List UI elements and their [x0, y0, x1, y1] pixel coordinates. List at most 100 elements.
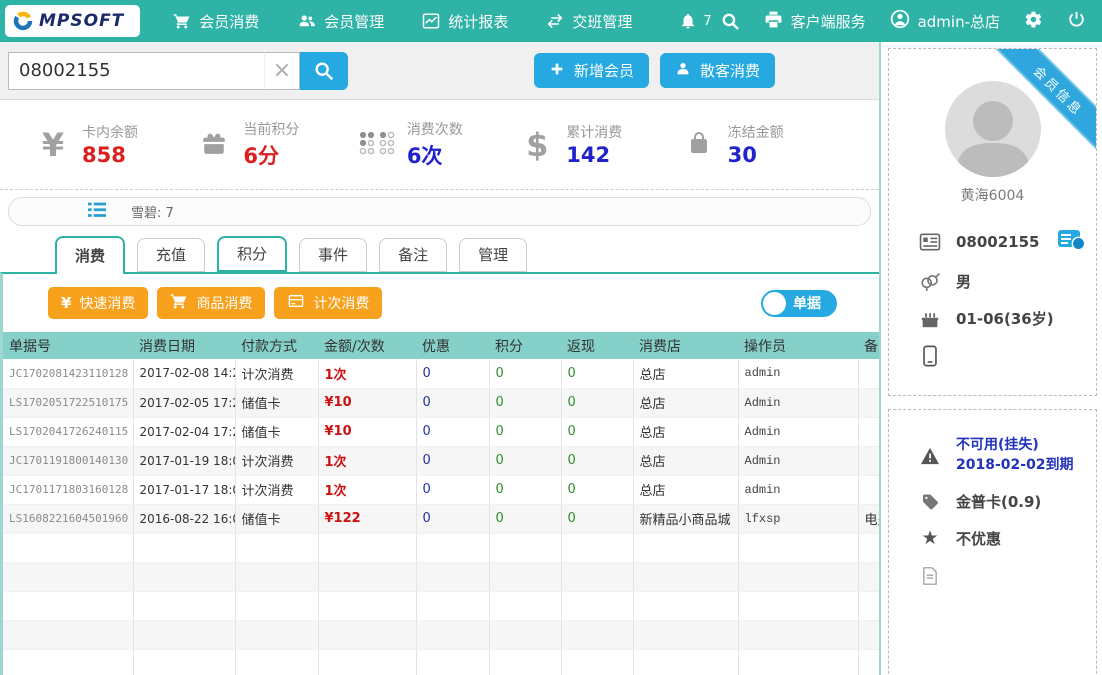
table-row[interactable]: LS17020417262401152017-02-04 17:26储值卡¥10… — [3, 417, 879, 446]
stat-consume-times: 消费次数 6次 — [359, 119, 520, 170]
search-bar: × 新增会员 散客消费 — [0, 42, 879, 100]
current-user-label: admin-总店 — [918, 11, 1000, 32]
card-status-row: 不可用(挂失) 2018-02-02到期 — [889, 428, 1096, 483]
tag-icon — [919, 493, 941, 511]
table-cell: ¥10 — [318, 417, 416, 446]
cake-icon — [919, 310, 941, 328]
table-cell: 计次消费 — [235, 446, 318, 475]
yen-s-icon: ¥ — [61, 294, 71, 312]
top-navbar: MPSOFT 会员消费会员管理统计报表交班管理 7 客户端服务 admin-总店 — [0, 0, 1102, 42]
table-body: JC17020814231101282017-02-08 14:23计次消费1次… — [3, 359, 879, 675]
settings-button[interactable] — [1024, 10, 1043, 33]
client-service-button[interactable]: 客户端服务 — [764, 10, 866, 33]
column-header: 付款方式 — [235, 332, 318, 359]
nav-item-shift-manage[interactable]: 交班管理 — [546, 11, 632, 32]
table-cell: 总店 — [633, 446, 738, 475]
table-cell: 0 — [416, 388, 489, 417]
star-icon: ★ — [919, 529, 941, 548]
column-header: 备注 — [858, 332, 879, 359]
table-cell: 0 — [416, 475, 489, 504]
remark-row — [889, 557, 1096, 594]
table-cell: Admin — [738, 388, 858, 417]
stat-label: 卡内余额 — [82, 122, 138, 142]
tab-points[interactable]: 积分 — [217, 236, 287, 272]
main-panel: × 新增会员 散客消费 ¥ — [0, 42, 879, 675]
table-cell — [858, 417, 879, 446]
table-cell: 2017-01-19 18:00 — [133, 446, 235, 475]
table-row[interactable]: JC17011918001401302017-01-19 18:00计次消费1次… — [3, 446, 879, 475]
cart-icon — [170, 292, 188, 314]
card-number-row: 08002155 — [889, 221, 1096, 263]
table-cell: 2017-02-04 17:26 — [133, 417, 235, 446]
member-status-panel: 不可用(挂失) 2018-02-02到期 金普卡(0.9) ★ 不优惠 — [888, 409, 1097, 675]
column-header: 优惠 — [416, 332, 489, 359]
tab-notes[interactable]: 备注 — [379, 238, 447, 272]
column-header: 返现 — [561, 332, 633, 359]
table-cell: 0 — [489, 388, 561, 417]
table-cell: 2017-02-05 17:22 — [133, 388, 235, 417]
gender-value: 男 — [956, 271, 971, 292]
notifications-button[interactable]: 7 — [679, 12, 711, 30]
column-header: 积分 — [489, 332, 561, 359]
table-cell: 计次消费 — [235, 359, 318, 388]
gender-icon — [919, 273, 941, 291]
user-icon — [890, 9, 910, 33]
search-button[interactable] — [300, 52, 348, 90]
table-row[interactable]: LS17020517225101752017-02-05 17:22储值卡¥10… — [3, 388, 879, 417]
tab-manage[interactable]: 管理 — [459, 238, 527, 272]
tab-recharge[interactable]: 充值 — [137, 238, 205, 272]
nav-search-button[interactable] — [721, 12, 740, 31]
stat-value: 6次 — [407, 140, 463, 170]
printer-icon — [764, 10, 783, 33]
table-cell: 新精品小商品城 — [633, 504, 738, 533]
consume-actions-row: ¥快速消费商品消费计次消费 单据 — [3, 274, 879, 332]
table-cell: 2016-08-22 16:04 — [133, 504, 235, 533]
count-consume-button[interactable]: 计次消费 — [274, 287, 382, 319]
table-row[interactable]: JC17020814231101282017-02-08 14:23计次消费1次… — [3, 359, 879, 388]
nav-item-member-manage[interactable]: 会员管理 — [297, 11, 384, 32]
empty-table-row — [3, 562, 879, 591]
birthday-row: 01-06(36岁) — [889, 300, 1096, 337]
table-row[interactable]: LS16082216045019602016-08-22 16:04储值卡¥12… — [3, 504, 879, 533]
notice-bar: 雪碧: 7 — [8, 197, 871, 226]
nav-item-member-consume[interactable]: 会员消费 — [173, 11, 259, 32]
quick-consume-button[interactable]: ¥快速消费 — [48, 287, 148, 319]
stat-label: 累计消费 — [566, 122, 622, 142]
receipt-toggle[interactable]: 单据 — [761, 290, 837, 317]
phone-icon — [919, 345, 941, 367]
dots-icon — [359, 129, 395, 161]
warning-icon — [919, 447, 941, 465]
phone-row — [889, 337, 1096, 375]
column-header: 消费店 — [633, 332, 738, 359]
goods-consume-button[interactable]: 商品消费 — [157, 287, 265, 319]
tab-events[interactable]: 事件 — [299, 238, 367, 272]
card-type-row: 金普卡(0.9) — [889, 483, 1096, 520]
bell-icon — [679, 12, 697, 30]
add-member-button[interactable]: 新增会员 — [534, 53, 649, 88]
table-cell: admin — [738, 475, 858, 504]
card-reader-badge-icon[interactable] — [1058, 229, 1086, 255]
member-name: 黄海6004 — [889, 185, 1096, 205]
stat-current-points: 当前积分 6分 — [197, 119, 358, 170]
current-user-button[interactable]: admin-总店 — [890, 9, 1000, 33]
stat-value: 858 — [82, 143, 138, 167]
table-cell: 0 — [416, 446, 489, 475]
client-service-label: 客户端服务 — [791, 11, 866, 32]
table-cell: 总店 — [633, 417, 738, 446]
clear-search-icon[interactable]: × — [264, 52, 300, 90]
tab-consume[interactable]: 消费 — [55, 236, 125, 274]
empty-table-row — [3, 591, 879, 620]
yen-icon: ¥ — [36, 129, 70, 161]
table-row[interactable]: JC17011718031601282017-01-17 18:03计次消费1次… — [3, 475, 879, 504]
walkin-consume-button[interactable]: 散客消费 — [660, 53, 775, 88]
stat-label: 当前积分 — [243, 119, 299, 139]
member-search-input[interactable] — [8, 52, 264, 90]
stat-total-consume: $ 累计消费 142 — [520, 122, 681, 167]
table-cell: 2017-02-08 14:23 — [133, 359, 235, 388]
logout-button[interactable] — [1067, 10, 1086, 33]
empty-table-row — [3, 649, 879, 675]
lock-icon — [682, 129, 716, 161]
nav-item-report-stats[interactable]: 统计报表 — [422, 11, 508, 32]
search-icon — [721, 12, 740, 31]
card-icon — [287, 293, 305, 313]
